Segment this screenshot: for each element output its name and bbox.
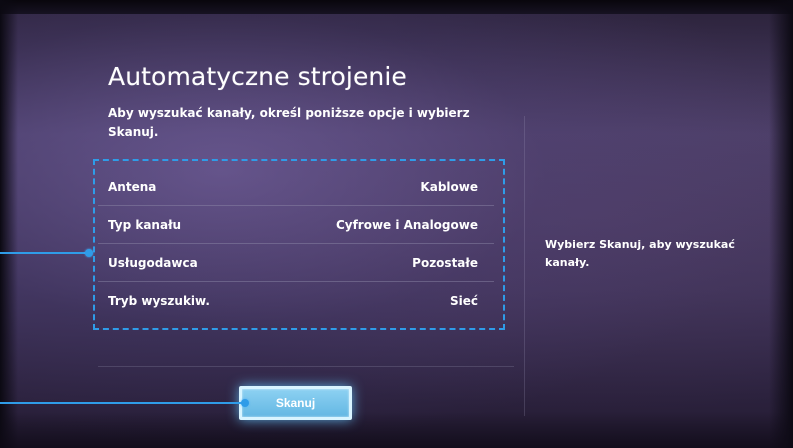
option-antenna[interactable]: Antena Kablowe xyxy=(98,168,494,206)
option-value: Kablowe xyxy=(420,179,478,194)
auto-tuning-panel: Automatyczne strojenie Aby wyszukać kana… xyxy=(84,50,525,416)
option-provider[interactable]: Usługodawca Pozostałe xyxy=(98,244,494,282)
scan-callout-dot xyxy=(241,399,249,407)
options-callout-dot xyxy=(85,249,93,257)
left-edge xyxy=(0,0,18,448)
right-edge xyxy=(769,0,793,448)
option-value: Pozostałe xyxy=(412,255,478,270)
option-label: Tryb wyszukiw. xyxy=(108,294,210,308)
option-label: Antena xyxy=(108,179,157,194)
tv-screen: Automatyczne strojenie Aby wyszukać kana… xyxy=(0,0,793,448)
option-channel-type[interactable]: Typ kanału Cyfrowe i Analogowe xyxy=(98,206,494,244)
page-description: Aby wyszukać kanały, określ poniższe opc… xyxy=(108,106,470,139)
panel-divider xyxy=(524,116,525,416)
option-value: Cyfrowe i Analogowe xyxy=(335,217,478,232)
option-label: Typ kanału xyxy=(108,217,182,232)
options-callout-line xyxy=(0,252,89,254)
option-value: Sieć xyxy=(449,294,478,308)
tuning-options-list: Antena Kablowe Typ kanału Cyfrowe i Anal… xyxy=(98,168,494,320)
option-label: Usługodawca xyxy=(108,255,198,270)
option-search-mode[interactable]: Tryb wyszukiw. Sieć xyxy=(98,282,494,320)
page-title: Automatyczne strojenie xyxy=(108,62,407,91)
lower-divider xyxy=(98,366,514,367)
help-text: Wybierz Skanuj, aby wyszukać kanały. xyxy=(545,238,735,269)
scan-button[interactable]: Skanuj xyxy=(239,386,352,420)
scan-callout-line xyxy=(0,402,245,404)
top-bezel xyxy=(0,0,793,14)
bottom-shadow xyxy=(0,412,793,448)
